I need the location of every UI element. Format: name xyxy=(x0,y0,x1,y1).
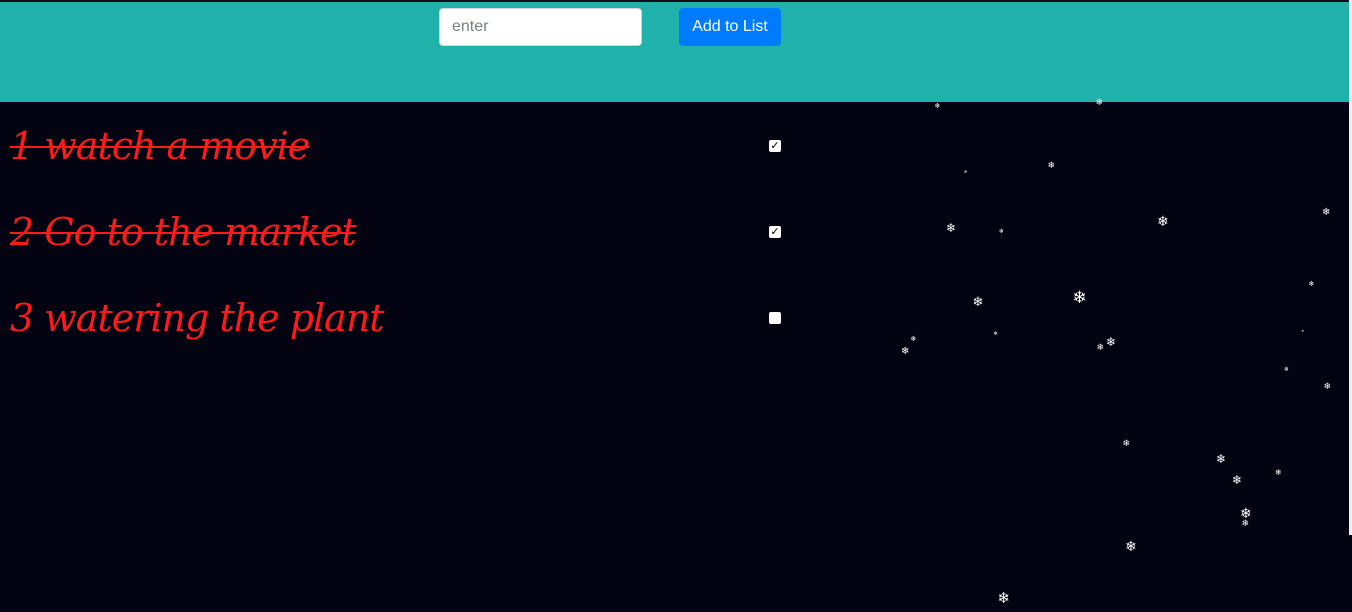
todo-checkbox[interactable]: ✓ xyxy=(769,140,781,152)
snowflake-icon: ❄ xyxy=(946,221,957,235)
snowflake-icon: ❄ xyxy=(1241,518,1250,529)
snowflake-icon: ❄ xyxy=(1308,279,1315,288)
todo-text: 3 watering the plant xyxy=(10,296,385,340)
snowflake-icon: ❄ xyxy=(910,334,917,343)
todo-item: 1 watch a movie ✓ xyxy=(0,102,800,188)
snowflake-icon: ❄ xyxy=(1232,473,1243,487)
todo-text: 1 watch a movie xyxy=(10,124,310,168)
snowflake-icon: ❄ xyxy=(1157,214,1169,230)
todo-item: 3 watering the plant xyxy=(0,274,800,360)
snowflake-icon: ❄ xyxy=(999,228,1005,235)
snowflake-icon: ❄ xyxy=(1323,381,1332,392)
snowflake-icon: ❄ xyxy=(934,101,941,110)
todo-checkbox[interactable] xyxy=(769,312,781,324)
snowflake-icon: ❄ xyxy=(1125,539,1137,555)
task-input[interactable] xyxy=(439,8,642,46)
todo-item: 2 Go to the market ✓ xyxy=(0,188,800,274)
snowflake-icon: ❄ xyxy=(972,294,984,310)
snowflake-icon: ❄ xyxy=(1216,452,1227,466)
snowflake-icon: ❄ xyxy=(901,346,910,357)
add-to-list-button[interactable]: Add to List xyxy=(679,8,781,46)
snowflake-icon: ❄ xyxy=(964,169,968,174)
snowflake-icon: ❄ xyxy=(1047,160,1056,171)
snowflake-icon: ❄ xyxy=(1122,438,1131,449)
snowflake-icon: ❄ xyxy=(1301,328,1305,333)
todo-checkbox[interactable]: ✓ xyxy=(769,226,781,238)
snowflake-icon: ❄ xyxy=(1096,342,1105,353)
snowflake-icon: ❄ xyxy=(1322,207,1331,218)
snowflake-icon: ❄ xyxy=(1240,506,1252,522)
todo-app-page: Add to List 1 watch a movie ✓ 2 Go to th… xyxy=(0,0,1352,612)
snowflake-icon: ❄ xyxy=(1275,468,1282,477)
todo-text: 2 Go to the market xyxy=(10,210,357,254)
header-bar: Add to List xyxy=(0,0,1350,102)
snowflake-icon: ❄ xyxy=(1072,287,1087,308)
snowflake-icon: ❄ xyxy=(1284,366,1290,373)
todo-list: 1 watch a movie ✓ 2 Go to the market ✓ 3… xyxy=(0,102,800,360)
snowflake-icon: ❄ xyxy=(993,330,998,337)
snowflake-icon: ❄ xyxy=(997,588,1011,607)
snowflake-icon: ❄ xyxy=(1106,335,1117,349)
